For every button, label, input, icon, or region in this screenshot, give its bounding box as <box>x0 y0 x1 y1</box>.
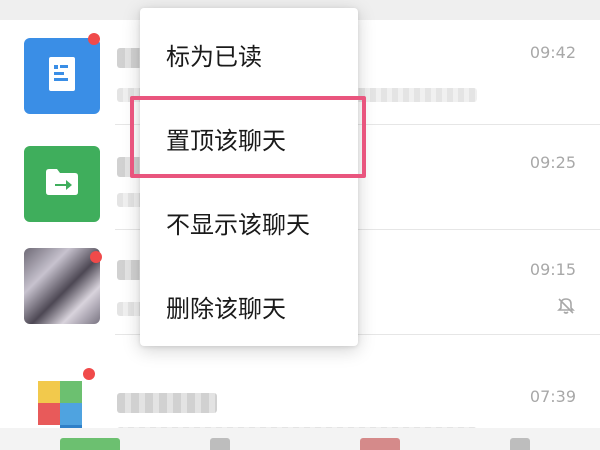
menu-item-delete-chat[interactable]: 删除该聊天 <box>140 264 358 348</box>
tab-contacts[interactable] <box>210 438 230 450</box>
bell-off-icon <box>556 296 576 320</box>
menu-item-pin-chat[interactable]: 置顶该聊天 <box>140 96 358 180</box>
bottom-tab-bar <box>0 428 600 450</box>
contact-name-redacted <box>117 393 217 413</box>
chat-time: 09:15 <box>529 260 576 279</box>
chat-context-menu: 标为已读 置顶该聊天 不显示该聊天 删除该聊天 <box>140 8 358 346</box>
chat-time: 09:42 <box>529 43 576 62</box>
folder-transfer-icon <box>44 167 80 201</box>
tab-me[interactable] <box>510 438 530 450</box>
chat-time: 09:25 <box>529 153 576 172</box>
unread-dot <box>88 33 100 45</box>
avatar <box>24 38 100 114</box>
unread-dot <box>83 368 95 380</box>
unread-dot <box>90 251 102 263</box>
document-icon <box>48 56 76 96</box>
menu-item-hide-chat[interactable]: 不显示该聊天 <box>140 180 358 264</box>
avatar <box>24 146 100 222</box>
wechat-chat-list-screen: 09:42 09:25 09:15 07:39 标为已读 置顶该聊天 不显示该聊… <box>0 0 600 450</box>
tab-chats[interactable] <box>60 438 120 450</box>
avatar <box>24 248 100 324</box>
menu-item-mark-as-read[interactable]: 标为已读 <box>140 12 358 96</box>
chat-row[interactable]: 07:39 <box>0 335 600 441</box>
chat-time: 07:39 <box>529 387 576 406</box>
tab-discover[interactable] <box>360 438 400 450</box>
